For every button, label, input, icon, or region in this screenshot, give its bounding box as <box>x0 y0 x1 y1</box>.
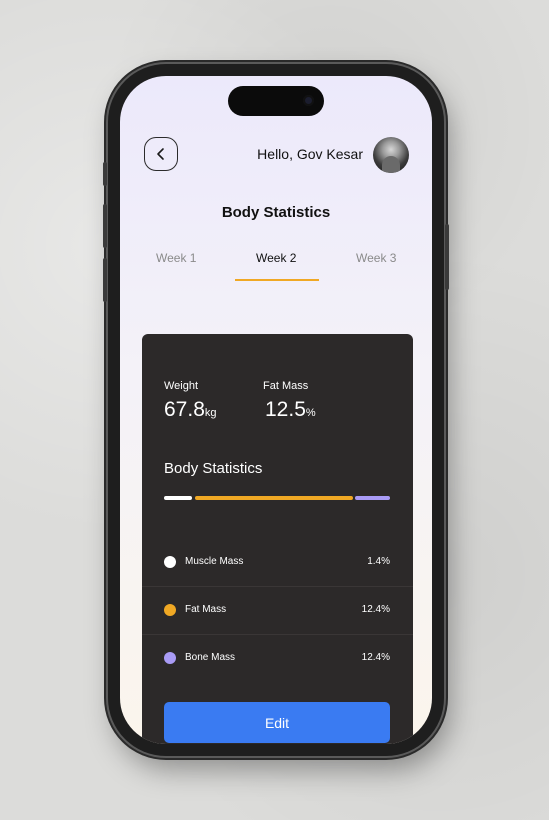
list-item-bone-mass: Bone Mass 12.4% <box>142 635 413 683</box>
phone-side-button <box>103 162 107 186</box>
phone-volume-down-button <box>103 258 107 302</box>
weight-value: 67.8 <box>164 398 205 421</box>
list-item-fat-mass: Fat Mass 12.4% <box>142 587 413 635</box>
fat-mass-value: 12.5 <box>265 398 306 421</box>
dynamic-island <box>228 86 324 116</box>
weight-label: Weight <box>164 380 199 392</box>
list-item-muscle-mass: Muscle Mass 1.4% <box>142 539 413 587</box>
breakdown-title: Body Statistics <box>164 460 263 477</box>
muscle-mass-dot <box>164 556 176 568</box>
fat-mass-bar <box>195 496 353 500</box>
back-button[interactable] <box>144 137 178 171</box>
fat-mass-value-wrap: 12.5% <box>263 398 316 422</box>
bone-mass-bar <box>355 496 390 500</box>
edit-button[interactable]: Edit <box>164 702 390 743</box>
phone-power-button <box>445 224 449 290</box>
legend-label: Muscle Mass <box>185 556 244 567</box>
weight-stat: Weight 67.8kg <box>164 380 217 422</box>
stats-card: Weight 67.8kg Fat Mass 12.5% Body Statis… <box>142 334 413 744</box>
weight-unit: kg <box>204 407 217 419</box>
legend-label: Fat Mass <box>185 604 227 615</box>
legend-percent: 12.4% <box>361 652 390 663</box>
active-tab-indicator <box>235 279 319 281</box>
chevron-left-icon <box>157 148 164 160</box>
legend-label: Bone Mass <box>185 652 236 663</box>
app-screen: Hello, Gov Kesar Body Statistics Week 1 … <box>120 76 432 744</box>
fat-mass-stat: Fat Mass 12.5% <box>263 380 316 422</box>
weight-value-wrap: 67.8kg <box>164 398 217 422</box>
bone-mass-dot <box>164 652 176 664</box>
week-tabs: Week 1 Week 2 Week 3 <box>120 244 432 284</box>
phone-frame: Hello, Gov Kesar Body Statistics Week 1 … <box>103 64 449 756</box>
muscle-mass-bar <box>164 496 192 500</box>
avatar[interactable] <box>373 137 409 173</box>
tab-week-2[interactable]: Week 2 <box>256 251 296 265</box>
fat-mass-dot <box>164 604 176 616</box>
legend-percent: 12.4% <box>361 604 390 615</box>
tab-week-1[interactable]: Week 1 <box>156 251 196 265</box>
tab-week-3[interactable]: Week 3 <box>356 251 396 265</box>
fat-mass-unit: % <box>305 407 316 419</box>
page-title: Body Statistics <box>221 204 331 221</box>
fat-mass-label: Fat Mass <box>263 380 309 392</box>
phone-volume-up-button <box>103 204 107 248</box>
legend-percent: 1.4% <box>367 556 390 567</box>
user-greeting: Hello, Gov Kesar <box>257 146 363 162</box>
camera-icon <box>303 95 314 106</box>
